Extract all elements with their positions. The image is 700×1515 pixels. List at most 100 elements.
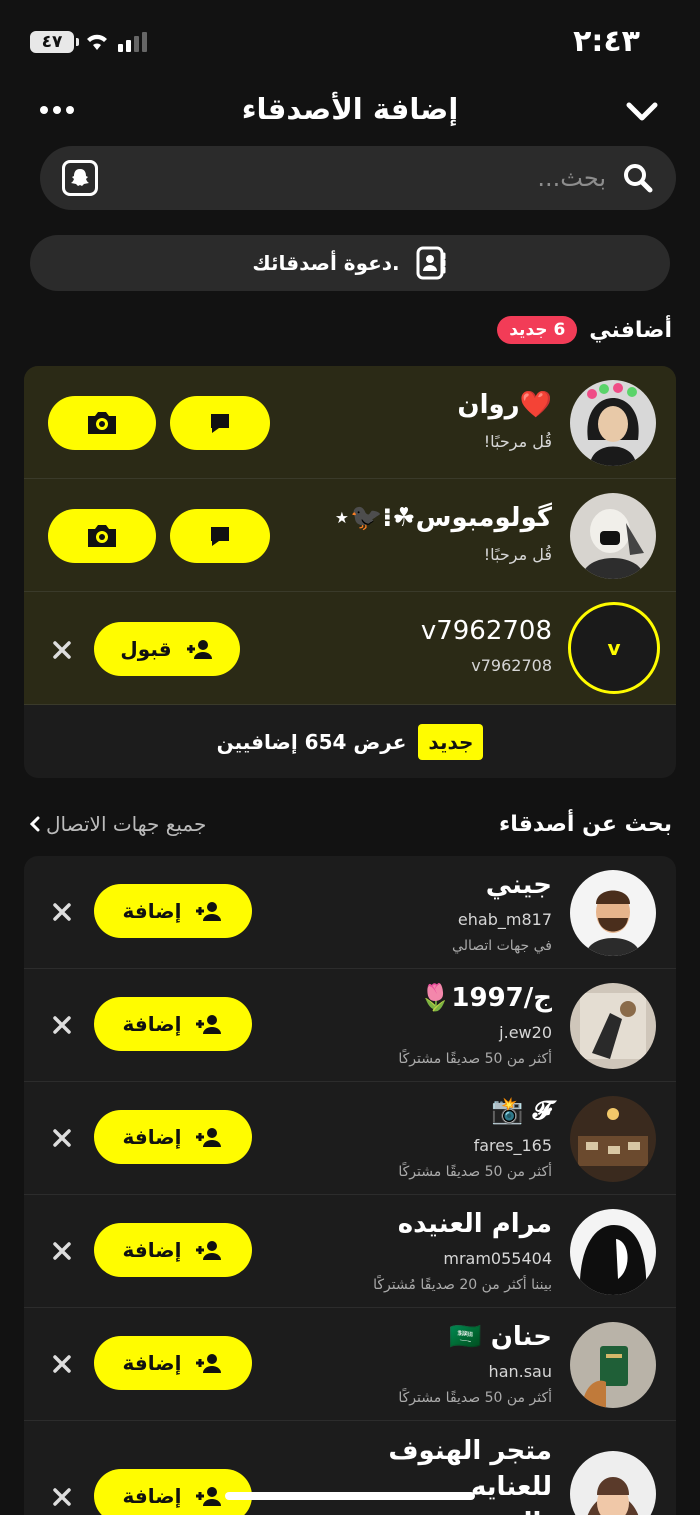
chat-icon [211,527,229,546]
list-item[interactable]: ❤️روان قُل مرحبًا! [24,366,676,479]
status-time: ٢:٤٣ [573,24,640,59]
chat-button[interactable] [170,396,270,450]
close-icon [53,1488,71,1506]
camera-button[interactable] [48,396,156,450]
ghost-icon [71,169,89,186]
friend-context: بيننا أكثر من 20 صديقًا مُشتركًا [373,1277,552,1293]
friend-name: مرام العنيده [397,1209,552,1239]
add-friend-icon [196,1128,222,1147]
avatar [570,1209,656,1295]
friend-context: أكثر من 50 صديقًا مشتركًا [398,1164,552,1180]
list-item[interactable]: ج/1997🌷 j.ew20 أكثر من 50 صديقًا مشتركًا… [24,969,676,1082]
add-friend-button[interactable]: إضافة [94,1336,252,1390]
avatar [570,380,656,466]
invite-friends-button[interactable]: دعوة أصدقائك. [30,235,670,291]
friend-name: گولومبوس☘︎⁝🐦‍⬛⋆ [333,503,552,533]
added-me-heading: أضافني 6 جديد [497,316,672,344]
friend-name: ج/1997🌷 [419,983,552,1013]
add-friend-icon [196,902,222,921]
search-icon [624,164,653,193]
add-friend-icon [196,1241,222,1260]
search-input[interactable] [146,160,606,196]
chevron-down-icon[interactable] [624,96,660,126]
friend-name: v7962708 [420,616,552,646]
close-icon [53,1355,71,1373]
list-item[interactable]: حنان 🇸🇦 han.sau أكثر من 50 صديقًا مشتركً… [24,1308,676,1421]
snapcode-scan-button[interactable] [62,160,98,196]
close-icon [53,1129,71,1147]
camera-icon [88,412,116,434]
close-icon [53,903,71,921]
friend-name: متجر الهنوف للعنايه بالشعر [388,1436,552,1515]
friend-context: في جهات اتصالي [452,938,552,954]
friend-context: أكثر من 50 صديقًا مشتركًا [398,1051,552,1067]
view-more-label: عرض 654 إضافيين [216,730,407,754]
friend-username: fares_165 [473,1136,552,1155]
view-more-added-button[interactable]: عرض 654 إضافيين جديد [24,706,676,778]
list-item[interactable]: v v7962708 v7962708 قبول [24,592,676,705]
dismiss-button[interactable] [48,1483,76,1511]
add-friend-icon [196,1015,222,1034]
avatar [570,493,656,579]
add-friend-button[interactable]: إضافة [94,884,252,938]
page-title: إضافة الأصدقاء [241,92,459,126]
new-tag: جديد [418,724,484,760]
list-item[interactable]: گولومبوس☘︎⁝🐦‍⬛⋆ قُل مرحبًا! [24,479,676,592]
friend-subtitle: قُل مرحبًا! [483,545,552,564]
find-friends-heading: بحث عن أصدقاء [499,812,672,837]
find-friends-card: جيني ehab_m817 في جهات اتصالي إضافة ج/19… [24,856,676,1515]
close-icon [53,1016,71,1034]
chat-icon [211,414,229,433]
add-friend-icon [196,1354,222,1373]
friend-name: جيني [485,870,552,900]
all-contacts-link[interactable]: جميع جهات الاتصال [30,812,206,836]
dismiss-button[interactable] [48,1011,76,1039]
accept-button[interactable]: قبول [94,622,240,676]
avatar [570,1322,656,1408]
friend-username: mram055404 [443,1249,552,1268]
search-bar [40,146,676,210]
list-item[interactable]: 𝓕 📸 fares_165 أكثر من 50 صديقًا مشتركًا … [24,1082,676,1195]
new-count-badge: 6 جديد [497,316,578,344]
dismiss-button[interactable] [48,1237,76,1265]
list-item[interactable]: متجر الهنوف للعنايه بالشعر إضافة [24,1421,676,1515]
friend-username: j.ew20 [499,1023,552,1042]
friend-username: ehab_m817 [457,910,552,929]
close-icon [53,641,71,659]
invite-label: دعوة أصدقائك. [252,251,400,275]
header: إضافة الأصدقاء [0,80,700,142]
friend-name: 𝓕 📸 [491,1096,552,1126]
friend-subtitle: v7962708 [471,656,552,675]
contacts-icon [416,246,446,280]
friend-subtitle: قُل مرحبًا! [483,432,552,451]
add-friend-button[interactable]: إضافة [94,1223,252,1277]
dismiss-button[interactable] [48,1124,76,1152]
close-icon [53,1242,71,1260]
battery-icon: ٤٧ [30,31,79,53]
added-me-card: ❤️روان قُل مرحبًا! گولومبوس☘︎⁝🐦‍⬛⋆ قُل م… [24,366,676,778]
dismiss-button[interactable] [48,636,76,664]
avatar [570,1096,656,1182]
friend-name: ❤️روان [457,390,552,420]
list-item[interactable]: مرام العنيده mram055404 بيننا أكثر من 20… [24,1195,676,1308]
avatar-initial: v [568,602,660,694]
add-friend-icon [196,1487,222,1506]
add-friend-button[interactable]: إضافة [94,997,252,1051]
friend-name: حنان 🇸🇦 [449,1322,552,1352]
chevron-left-icon [30,816,40,832]
add-friend-button[interactable]: إضافة [94,1110,252,1164]
avatar [570,1451,656,1515]
friend-context: أكثر من 50 صديقًا مشتركًا [398,1390,552,1406]
dismiss-button[interactable] [48,898,76,926]
friend-username: han.sau [488,1362,552,1381]
status-bar: ٤٧ ٢:٤٣ [0,0,700,80]
add-friend-icon [186,640,212,659]
list-item[interactable]: جيني ehab_m817 في جهات اتصالي إضافة [24,856,676,969]
avatar [570,983,656,1069]
dismiss-button[interactable] [48,1350,76,1378]
camera-button[interactable] [48,509,156,563]
cell-signal-icon [118,32,147,52]
avatar [570,870,656,956]
home-indicator[interactable] [225,1492,475,1500]
chat-button[interactable] [170,509,270,563]
